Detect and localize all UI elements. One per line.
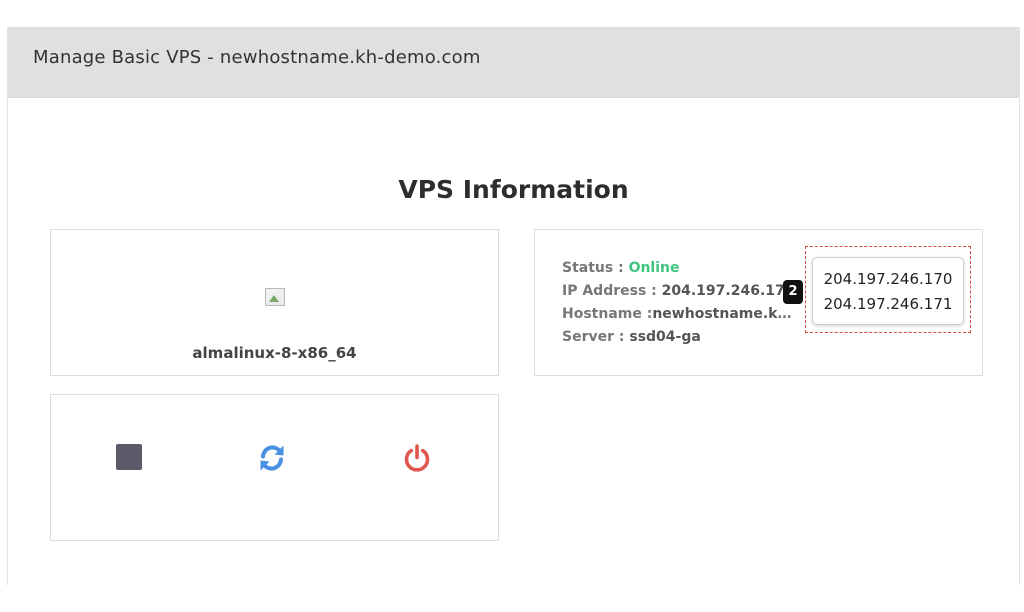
page-header: Manage Basic VPS - newhostname.kh-demo.c…	[8, 27, 1019, 98]
refresh-icon	[260, 445, 284, 471]
hostname-row: Hostname :newhostname.kh…	[562, 303, 795, 326]
power-icon	[404, 444, 430, 472]
broken-image-icon	[265, 288, 285, 306]
status-value: Online	[628, 260, 680, 276]
restart-button[interactable]	[256, 442, 288, 474]
server-label: Server :	[562, 329, 630, 345]
hostname-label: Hostname :	[562, 306, 653, 322]
ip-address-label: IP Address :	[562, 283, 662, 299]
ip-address-row[interactable]: IP Address : 204.197.246.170	[562, 280, 795, 303]
server-value: ssd04-ga	[629, 329, 701, 345]
hostname-value: newhostname.kh…	[652, 306, 795, 322]
os-name: almalinux-8-x86_64	[192, 344, 357, 362]
ip-address-value[interactable]: 204.197.246.170	[662, 283, 795, 299]
vps-details-list: Status : Online IP Address : 204.197.246…	[562, 257, 795, 349]
power-controls-panel	[50, 394, 499, 541]
vps-info-panel: Status : Online IP Address : 204.197.246…	[534, 229, 983, 376]
ip-list-popup: 204.197.246.170 204.197.246.171	[812, 257, 964, 325]
power-button[interactable]	[401, 442, 433, 474]
stop-square-icon	[116, 444, 142, 470]
ip-list-item: 204.197.246.171	[823, 295, 953, 313]
section-title: VPS Information	[398, 175, 629, 204]
status-label: Status :	[562, 260, 629, 276]
status-row: Status : Online	[562, 257, 795, 280]
step-badge: 2	[783, 280, 803, 304]
os-panel: almalinux-8-x86_64	[50, 229, 499, 376]
stop-button[interactable]	[114, 442, 146, 474]
ip-list-item: 204.197.246.170	[823, 270, 953, 288]
vps-manage-frame: Manage Basic VPS - newhostname.kh-demo.c…	[7, 27, 1020, 585]
page-title: Manage Basic VPS - newhostname.kh-demo.c…	[33, 47, 481, 68]
server-row: Server : ssd04-ga	[562, 326, 795, 349]
ip-highlight-box: 204.197.246.170 204.197.246.171	[805, 246, 971, 333]
